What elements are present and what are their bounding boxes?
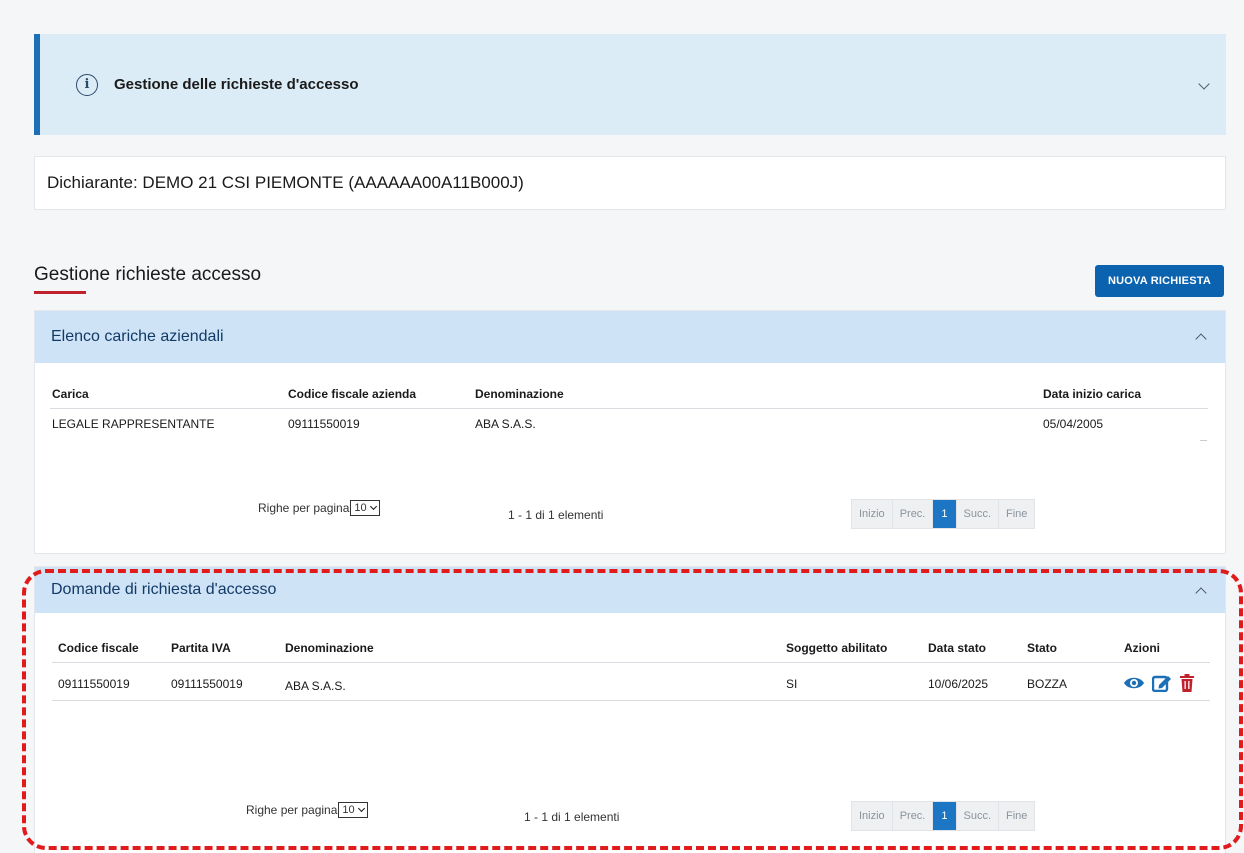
panel-domande-title: Domande di richiesta d'accesso	[51, 581, 277, 598]
pager-last[interactable]: Fine	[999, 802, 1034, 830]
panel-domande-header[interactable]: Domande di richiesta d'accesso	[35, 567, 1225, 613]
table-cell: 09111550019	[288, 417, 360, 431]
table-cell: ABA S.A.S.	[285, 679, 346, 693]
panel-domande: Domande di richiesta d'accesso	[34, 566, 1226, 853]
pager-prev[interactable]: Prec.	[893, 802, 934, 830]
chevron-down-icon	[369, 502, 377, 511]
table-cell: LEGALE RAPPRESENTANTE	[52, 417, 215, 431]
column-header: Partita IVA	[171, 641, 231, 655]
declarant-text: Dichiarante: DEMO 21 CSI PIEMONTE (AAAAA…	[47, 173, 524, 192]
info-banner-title: Gestione delle richieste d'accesso	[114, 76, 359, 93]
table-cell: 09111550019	[171, 677, 243, 691]
scroll-mark	[1200, 440, 1207, 441]
panel-cariche-title: Elenco cariche aziendali	[51, 328, 224, 345]
column-header: Denominazione	[475, 387, 564, 401]
chevron-down-icon[interactable]	[1198, 78, 1210, 90]
chevron-down-icon	[357, 804, 365, 813]
pager-next[interactable]: Succ.	[957, 500, 1000, 528]
column-header: Azioni	[1124, 641, 1160, 655]
column-header: Stato	[1027, 641, 1057, 655]
rows-per-page-select[interactable]: 10	[338, 802, 368, 818]
pagination: Inizio Prec. 1 Succ. Fine	[851, 499, 1036, 529]
header-divider	[52, 662, 1210, 663]
column-header: Carica	[52, 387, 89, 401]
pager-first[interactable]: Inizio	[852, 500, 893, 528]
info-icon: i	[76, 73, 98, 96]
chevron-up-icon[interactable]	[1195, 333, 1207, 345]
table-cell: 10/06/2025	[928, 677, 989, 691]
column-header: Denominazione	[285, 641, 374, 655]
rows-per-page-label: Righe per pagina	[246, 803, 338, 817]
rows-per-page-label: Righe per pagina	[258, 501, 350, 515]
declarant-box: Dichiarante: DEMO 21 CSI PIEMONTE (AAAAA…	[34, 156, 1226, 210]
column-header: Data inizio carica	[1043, 387, 1142, 401]
header-divider	[50, 408, 1208, 409]
rows-per-page: Righe per pagina 10	[246, 802, 368, 818]
table-cell: ABA S.A.S.	[475, 417, 536, 431]
panel-cariche: Elenco cariche aziendali	[34, 310, 1226, 554]
rows-per-page-value: 10	[342, 804, 355, 816]
column-header: Data stato	[928, 641, 987, 655]
range-text: 1 - 1 di 1 elementi	[524, 810, 620, 824]
eye-icon[interactable]	[1123, 675, 1145, 691]
table-cell: 05/04/2005	[1043, 417, 1104, 431]
table-cell: 09111550019	[58, 677, 130, 691]
row-divider	[52, 700, 1210, 701]
table-cell: SI	[786, 677, 798, 691]
rows-per-page: Righe per pagina 10	[258, 500, 380, 516]
pager-current[interactable]: 1	[933, 500, 957, 528]
column-header: Codice fiscale	[58, 641, 139, 655]
rows-per-page-select[interactable]: 10	[350, 500, 380, 516]
table-cell: BOZZA	[1027, 677, 1068, 691]
column-header: Codice fiscale azienda	[288, 387, 417, 401]
section-title: Gestione richieste accesso	[34, 264, 262, 285]
new-request-button[interactable]: NUOVA RICHIESTA	[1095, 265, 1224, 297]
trash-icon[interactable]	[1179, 674, 1195, 692]
range-text: 1 - 1 di 1 elementi	[508, 508, 604, 522]
page: i Gestione delle richieste d'accesso Dic…	[0, 0, 1244, 853]
row-actions	[1123, 674, 1195, 692]
pager-last[interactable]: Fine	[999, 500, 1034, 528]
chevron-up-icon[interactable]	[1195, 587, 1207, 599]
section-underline	[34, 291, 86, 294]
column-header: Soggetto abilitato	[786, 641, 888, 655]
pager-current[interactable]: 1	[933, 802, 957, 830]
edit-icon[interactable]	[1152, 674, 1172, 692]
pager-next[interactable]: Succ.	[957, 802, 1000, 830]
rows-per-page-value: 10	[354, 502, 367, 514]
pager-prev[interactable]: Prec.	[893, 500, 934, 528]
pagination: Inizio Prec. 1 Succ. Fine	[851, 801, 1036, 831]
pager-first[interactable]: Inizio	[852, 802, 893, 830]
panel-cariche-header[interactable]: Elenco cariche aziendali	[35, 311, 1225, 363]
info-banner[interactable]: i Gestione delle richieste d'accesso	[34, 34, 1226, 135]
